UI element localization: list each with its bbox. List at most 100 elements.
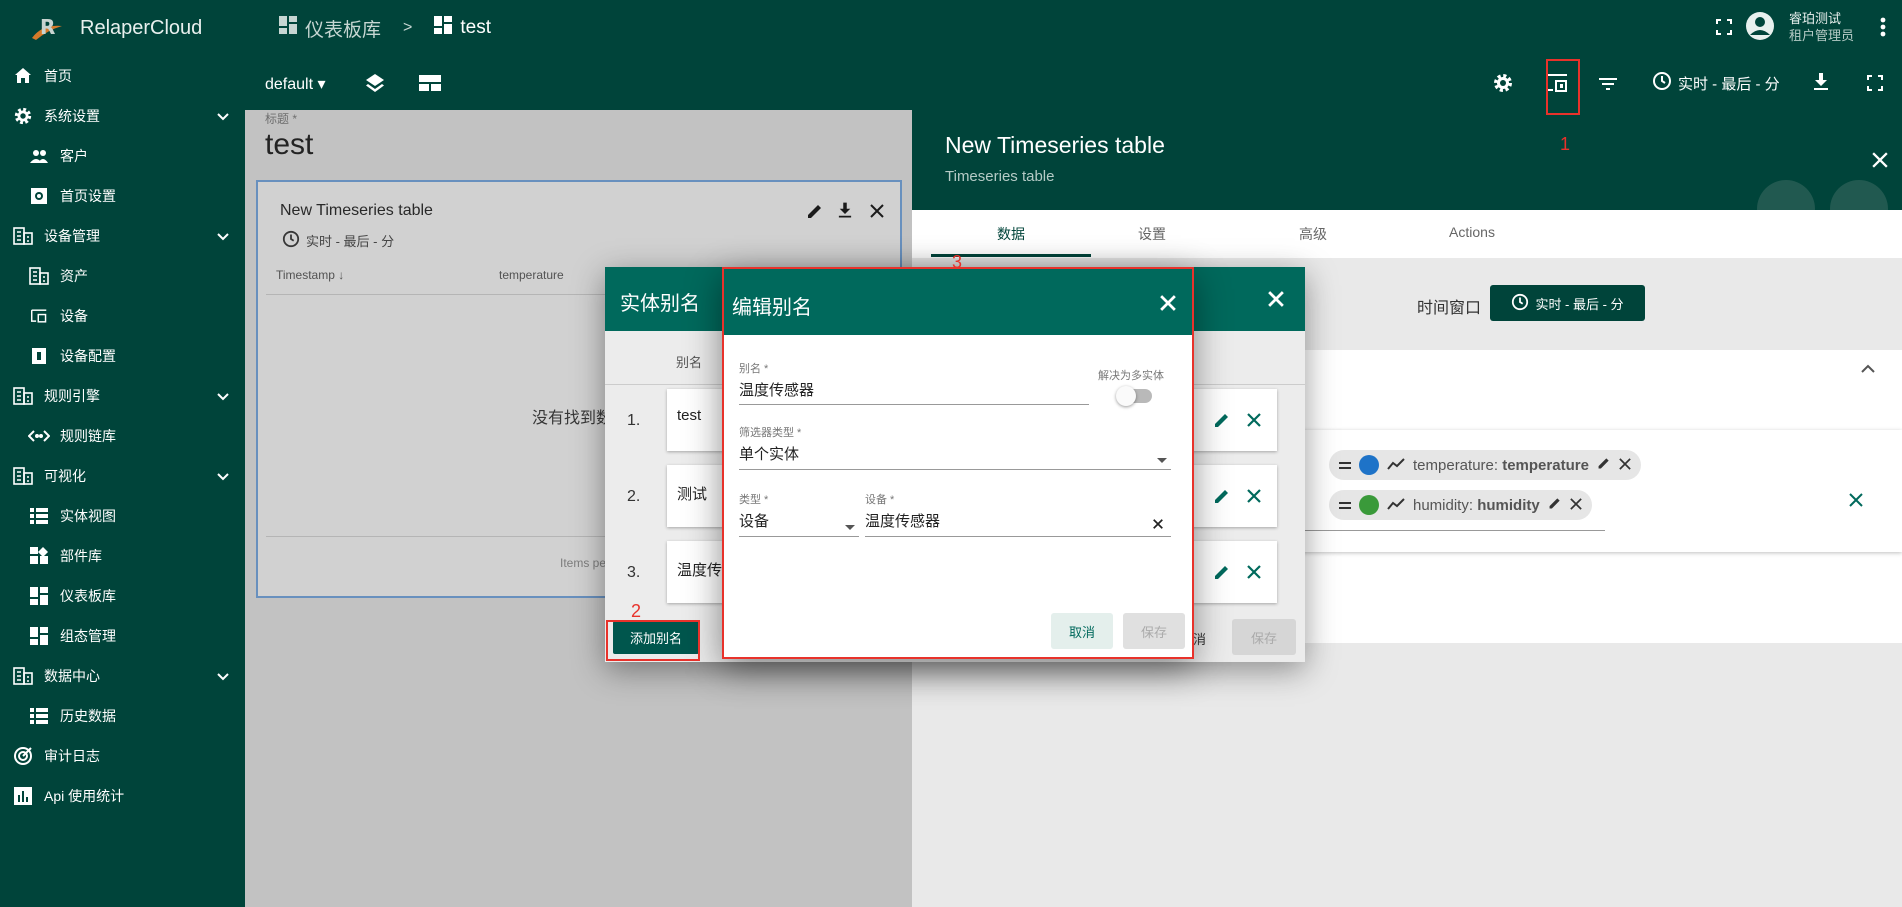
dashboard-icon [28, 625, 50, 647]
download-icon[interactable] [1813, 73, 1829, 96]
sidebar-item-label: 首页 [44, 68, 72, 84]
bar-chart-icon [12, 785, 34, 807]
building-icon [12, 665, 34, 687]
sidebar-item[interactable]: 设备管理 [0, 216, 245, 256]
column-header-alias: 别名 [676, 355, 703, 370]
sidebar-item[interactable]: 仪表板库 [0, 576, 245, 616]
layout-icon[interactable] [419, 75, 441, 96]
data-key-chip[interactable]: temperature: temperature [1329, 450, 1641, 480]
close-icon[interactable] [1247, 489, 1261, 508]
building-icon [28, 265, 50, 287]
sidebar-item[interactable]: 可视化 [0, 456, 245, 496]
sidebar-item[interactable]: 数据中心 [0, 656, 245, 696]
sidebar-item-label: 数据中心 [44, 668, 100, 684]
breadcrumb-dashboards[interactable]: 仪表板库 [305, 15, 381, 42]
clock-icon [1652, 71, 1672, 95]
state-selector[interactable]: default ▾ [265, 74, 326, 94]
devices-icon [28, 305, 50, 327]
key-prefix: humidity: [1413, 496, 1478, 514]
sidebar-item[interactable]: 设备配置 [0, 336, 245, 376]
tab-advanced[interactable]: 高级 [1233, 224, 1393, 244]
dashboard-icon [28, 585, 50, 607]
building-icon [12, 225, 34, 247]
sidebar-nav: 首页系统设置客户首页设置设备管理 资产 设备 设备配置 规则引擎 规则链库可视化实体视图部… [0, 56, 245, 816]
sidebar-item-label: 实体视图 [60, 508, 116, 524]
sidebar-item[interactable]: 规则链库 [0, 416, 245, 456]
close-icon[interactable] [1569, 497, 1582, 514]
sidebar-item[interactable]: 设备 [0, 296, 245, 336]
sidebar-item[interactable]: 实体视图 [0, 496, 245, 536]
chevron-down-icon[interactable] [217, 228, 229, 244]
sidebar-item-label: 首页设置 [60, 188, 116, 204]
brand-name: RelaperCloud [80, 16, 203, 39]
sidebar-item[interactable]: 客户 [0, 136, 245, 176]
tab-actions[interactable]: Actions [1392, 224, 1552, 240]
timewindow-button[interactable]: 实时 - 最后 - 分 [1652, 71, 1780, 95]
sidebar-item[interactable]: Api 使用统计 [0, 776, 245, 816]
filter-icon[interactable] [1599, 77, 1617, 95]
code-icon [28, 425, 50, 447]
edit-icon[interactable] [1213, 563, 1231, 586]
timewindow-label: 实时 - 最后 - 分 [1678, 75, 1780, 93]
panel-subtitle: Timeseries table [945, 168, 1055, 185]
sidebar-item-label: 可视化 [44, 468, 86, 484]
alias-name-field[interactable]: 温度传 [677, 559, 722, 580]
alias-name-field[interactable]: 测试 [677, 483, 707, 504]
layers-icon[interactable] [365, 73, 385, 98]
close-icon[interactable] [1849, 493, 1863, 512]
sidebar-item[interactable]: 首页设置 [0, 176, 245, 216]
edit-icon[interactable] [1213, 411, 1231, 434]
chevron-down-icon[interactable] [217, 468, 229, 484]
sidebar-item[interactable]: 部件库 [0, 536, 245, 576]
sidebar-item[interactable]: 组态管理 [0, 616, 245, 656]
chevron-down-icon[interactable] [217, 108, 229, 124]
dashboard-icon [279, 16, 297, 40]
chevron-up-icon[interactable] [1861, 360, 1875, 378]
timewindow-field-button[interactable]: 实时 - 最后 - 分 [1490, 285, 1645, 321]
drag-handle-icon[interactable] [1339, 457, 1351, 474]
key-color-dot[interactable] [1359, 495, 1379, 515]
timewindow-field-value: 实时 - 最后 - 分 [1535, 296, 1624, 312]
more-vert-icon[interactable] [1880, 17, 1886, 42]
edit-icon[interactable] [1597, 456, 1611, 474]
settings-icon[interactable] [1492, 72, 1514, 99]
gear-icon [12, 105, 34, 127]
fullscreen-icon[interactable] [1867, 75, 1883, 96]
sidebar-item[interactable]: 首页 [0, 56, 245, 96]
sidebar-item-label: 审计日志 [44, 748, 100, 764]
alias-name-field[interactable]: test [677, 407, 701, 424]
sidebar-item[interactable]: 历史数据 [0, 696, 245, 736]
close-icon[interactable] [1247, 413, 1261, 432]
annotation-number: 1 [1560, 134, 1571, 154]
data-key-chip[interactable]: humidity: humidity [1329, 490, 1592, 520]
tab-data[interactable]: 数据 [931, 224, 1091, 244]
close-icon[interactable] [1619, 457, 1631, 474]
sidebar-item[interactable]: 规则引擎 [0, 376, 245, 416]
annotation-box [722, 267, 1194, 659]
edit-icon[interactable] [1548, 496, 1562, 514]
tab-settings[interactable]: 设置 [1072, 224, 1232, 244]
fullscreen-icon[interactable] [1716, 19, 1732, 40]
sidebar-item[interactable]: 审计日志 [0, 736, 245, 776]
edit-icon[interactable] [1213, 487, 1231, 510]
save-button[interactable]: 保存 [1232, 619, 1296, 655]
chevron-down-icon[interactable] [217, 388, 229, 404]
close-icon[interactable] [1247, 565, 1261, 584]
dashboard-icon [434, 16, 453, 40]
key-color-dot[interactable] [1359, 455, 1379, 475]
drag-handle-icon[interactable] [1339, 497, 1351, 514]
close-icon[interactable] [1268, 291, 1284, 312]
brand-logo[interactable]: R RelaperCloud [0, 0, 245, 56]
key-label: humidity: humidity [1413, 497, 1540, 514]
cancel-button[interactable]: 消 [1193, 629, 1206, 648]
panel-title: New Timeseries table [945, 132, 1165, 158]
sidebar-item-label: 客户 [60, 148, 88, 164]
track-icon [12, 745, 34, 767]
sidebar-item[interactable]: 系统设置 [0, 96, 245, 136]
clock-icon [1511, 293, 1529, 314]
chevron-down-icon[interactable] [217, 668, 229, 684]
close-icon[interactable] [1872, 152, 1888, 173]
sidebar-item-label: 组态管理 [60, 628, 116, 644]
user-menu[interactable]: 睿珀测试 租户管理员 [1745, 10, 1854, 44]
sidebar-item[interactable]: 资产 [0, 256, 245, 296]
